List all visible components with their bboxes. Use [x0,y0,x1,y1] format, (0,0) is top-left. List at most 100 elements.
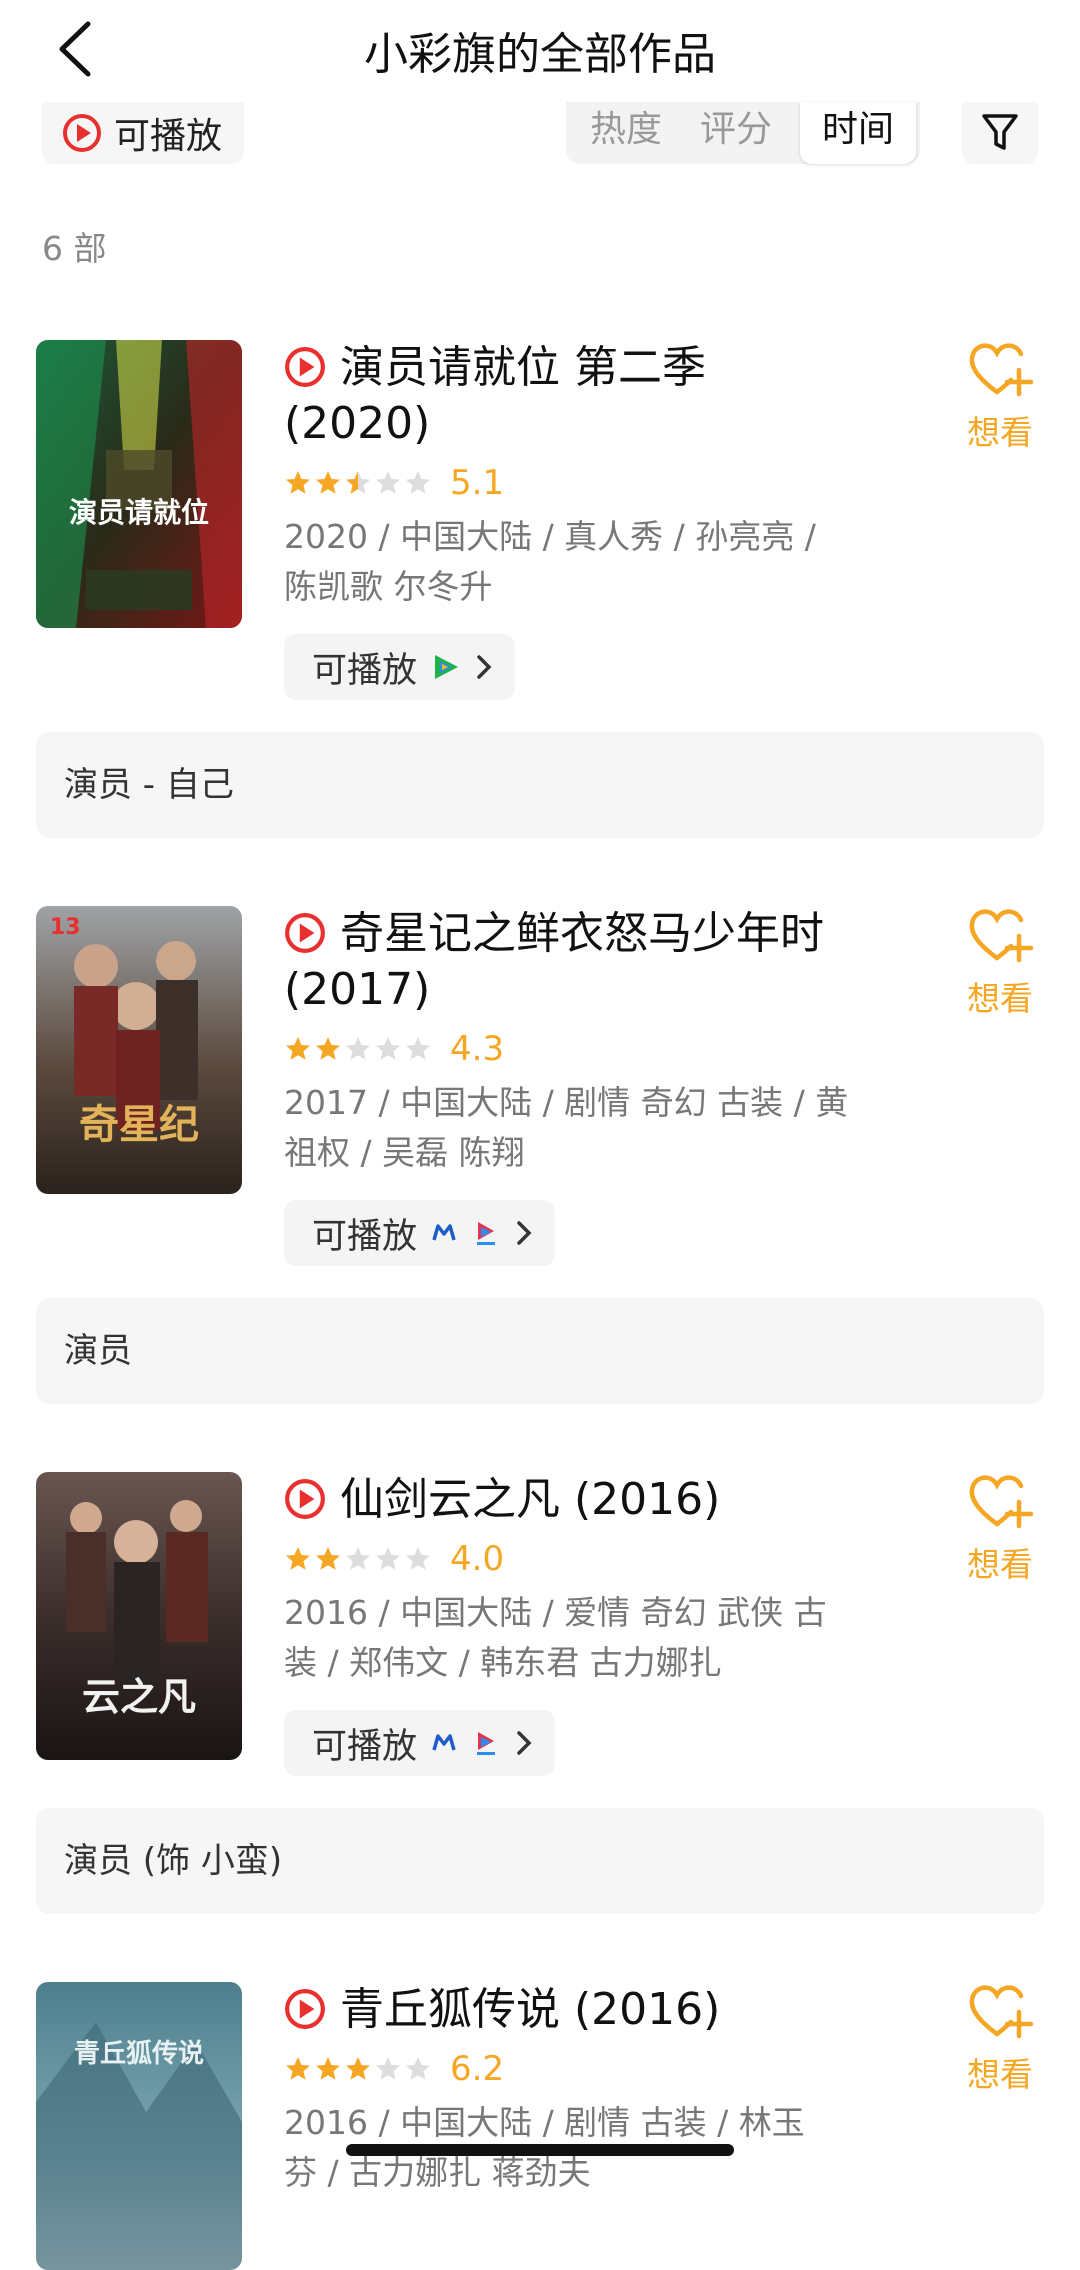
poster-caption: 奇星纪 [79,1101,199,1148]
play-circle-icon [285,1479,325,1519]
rating: 4.3 [284,1024,904,1074]
score: 4.0 [450,1539,505,1579]
mango-tv-icon [432,1734,456,1751]
star-icon [286,2057,310,2080]
playable-label: 可播放 [312,1216,418,1257]
work-info: 演员请就位 第二季 (2020) 5.1 2020 / 中国大陆 / 真人秀 /… [284,340,904,700]
heart-plus-icon [969,1475,1034,1529]
playable-filter-button[interactable]: 可播放 [42,102,244,164]
poster-image: 13 奇星纪 [36,906,242,1194]
meta-line: 装 / 郑伟文 / 韩东君 古力娜扎 [284,1643,722,1682]
sort-rating-tab[interactable]: 评分 [684,102,788,164]
play-circle-icon [63,114,101,152]
sort-hot-tab[interactable]: 热度 [574,102,678,164]
star-icon [406,471,430,494]
star-rating [284,469,434,497]
star-icon [286,1547,310,1570]
star-icon [286,1037,310,1060]
filter-button[interactable] [962,102,1038,164]
meta-line: 2020 / 中国大陆 / 真人秀 / 孙亮亮 / [284,517,816,556]
star-icon [376,2057,400,2080]
meta-line: 2017 / 中国大陆 / 剧情 奇幻 古装 / 黄 [284,1083,849,1122]
star-icon [316,1037,340,1060]
sort-segmented-control: 热度 评分 时间 [566,102,920,164]
want-to-watch-button[interactable]: 想看 [950,1472,1050,1586]
svg-text:13: 13 [50,915,81,940]
funnel-icon [982,114,1018,150]
app-header: 小彩旗的全部作品 [0,0,1080,100]
work-meta: 2016 / 中国大陆 / 爱情 奇幻 武侠 古 装 / 郑伟文 / 韩东君 古… [284,1588,904,1688]
playable-button[interactable]: 可播放 [284,634,516,700]
star-icon [376,471,400,494]
want-to-watch-label: 想看 [967,2055,1033,2094]
score: 5.1 [450,463,505,503]
play-circle-icon [285,347,325,387]
star-icon [346,1547,370,1570]
star-icon [376,1037,400,1060]
meta-line: 陈凯歌 尔冬升 [284,567,493,606]
rating: 6.2 [284,2044,904,2094]
rating: 5.1 [284,458,904,508]
role-text: 演员 [64,1331,132,1371]
chevron-right-icon [517,1221,532,1245]
want-to-watch-button[interactable]: 想看 [950,340,1050,454]
work-title-text: 奇星记之鲜衣怒马少年时 [340,908,824,959]
role-box: 演员 [36,1298,1044,1404]
poster-caption: 演员请就位 [69,496,209,529]
want-to-watch-label: 想看 [967,979,1033,1018]
play-circle-icon [285,913,325,953]
star-rating [284,1545,434,1573]
score: 6.2 [450,2049,505,2089]
star-rating [284,1035,434,1063]
star-icon [316,471,340,494]
playable-filter-label: 可播放 [114,116,223,157]
heart-plus-icon [969,909,1034,963]
mango-tv-icon [432,1224,456,1241]
sort-time-tab[interactable]: 时间 [800,102,916,164]
star-icon [406,1547,430,1570]
heart-plus-icon [969,1985,1034,2039]
youku-icon [477,1732,496,1755]
role-text: 演员 - 自己 [64,765,234,805]
star-icon [286,471,310,494]
role-text: 演员 (饰 小蛮) [64,1841,283,1881]
work-title-text: 仙剑云之凡 (2016) [340,1474,721,1525]
score: 4.3 [450,1029,505,1069]
rating: 4.0 [284,1534,904,1584]
work-title[interactable]: 演员请就位 第二季 (2020) [284,340,904,452]
work-title[interactable]: 奇星记之鲜衣怒马少年时 (2017) [284,906,904,1018]
work-title[interactable]: 仙剑云之凡 (2016) [284,1472,904,1528]
want-to-watch-button[interactable]: 想看 [950,1982,1050,2096]
filter-bar: 可播放 热度 评分 时间 [0,100,1080,170]
youku-icon [477,1222,496,1245]
star-icon [376,1547,400,1570]
work-meta: 2020 / 中国大陆 / 真人秀 / 孙亮亮 / 陈凯歌 尔冬升 [284,512,904,612]
work-info: 青丘狐传说 (2016) 6.2 2016 / 中国大陆 / 剧情 古装 / 林… [284,1982,904,2198]
poster-caption: 青丘狐传说 [74,2039,204,2069]
star-icon [346,1037,370,1060]
page-title: 小彩旗的全部作品 [364,29,716,80]
playable-button[interactable]: 可播放 [284,1710,556,1776]
star-icon [346,471,370,494]
poster-caption: 云之凡 [82,1674,196,1719]
want-to-watch-button[interactable]: 想看 [950,906,1050,1020]
playable-button[interactable]: 可播放 [284,1200,556,1266]
work-title-text: 演员请就位 第二季 [340,342,706,393]
star-icon [316,2057,340,2080]
heart-plus-icon [969,343,1034,397]
poster-image: 演员请就位 [36,340,242,628]
meta-line: 2016 / 中国大陆 / 剧情 古装 / 林玉 [284,2103,805,2142]
work-info: 仙剑云之凡 (2016) 4.0 2016 / 中国大陆 / 爱情 奇幻 武侠 … [284,1472,904,1776]
work-info: 奇星记之鲜衣怒马少年时 (2017) 4.3 2017 / 中国大陆 / 剧情 … [284,906,904,1266]
work-title[interactable]: 青丘狐传说 (2016) [284,1982,904,2038]
poster-image: 青丘狐传说 [36,1982,242,2270]
meta-line: 2016 / 中国大陆 / 爱情 奇幻 武侠 古 [284,1593,827,1632]
home-indicator [346,2144,734,2156]
role-box: 演员 - 自己 [36,732,1044,838]
star-icon [406,2057,430,2080]
tencent-video-icon [435,655,459,679]
work-title-text: 青丘狐传说 (2016) [340,1984,721,2035]
work-year: (2017) [284,964,431,1015]
star-icon [346,2057,370,2080]
chevron-right-icon [517,1731,532,1755]
